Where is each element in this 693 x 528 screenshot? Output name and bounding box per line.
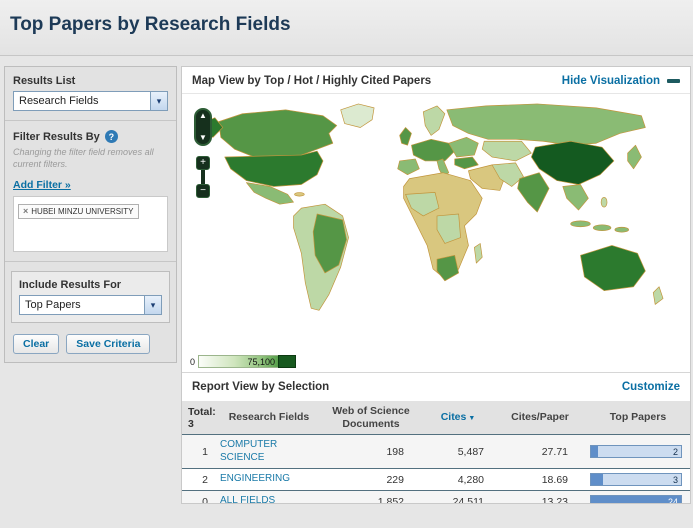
africa [403,172,483,282]
legend-max-label: 75,100 [247,357,276,367]
col-cites-sort[interactable]: Cites ▼ [422,411,494,424]
results-list-label: Results List [13,75,76,87]
cites-value: 24,511 [452,495,484,504]
include-results-value: Top Papers [25,299,81,312]
page-header: Top Papers by Research Fields [0,0,693,56]
row-rank: 1 [202,445,208,458]
legend-min-label: 0 [190,356,196,367]
cites-value: 4,280 [457,473,484,486]
page-title: Top Papers by Research Fields [10,14,291,35]
zoom-slider-track[interactable] [201,170,205,184]
map-area: ▲ ▼ + − 0 75,100 [182,100,690,372]
sort-desc-icon: ▼ [468,415,476,423]
customize-link[interactable]: Customize [622,381,680,393]
top-papers-bar: 2 [586,445,690,459]
table-row: 2 ENGINEERING 229 4,280 18.69 3 [182,469,690,492]
divider [5,261,176,263]
top-papers-bar: 3 [586,473,690,487]
include-results-label: Include Results For [19,279,122,292]
table-row: 1 COMPUTER SCIENCE 198 5,487 27.71 2 [182,435,690,470]
results-list-select[interactable]: Research Fields ▾ [13,91,168,111]
oceania [580,245,664,305]
row-rank: 2 [202,473,208,486]
zoom-in-button[interactable]: + [196,156,210,170]
chevron-down-icon: ▾ [150,92,167,110]
include-results-box: Include Results For Top Papers ▾ [11,271,170,324]
filter-chip-label: HUBEI MINZU UNIVERSITY [31,207,134,217]
legend-max-swatch [278,355,297,368]
cites-value: 5,487 [457,445,484,458]
pan-up-icon[interactable]: ▲ [199,112,207,120]
north-america [196,103,375,205]
save-criteria-button[interactable]: Save Criteria [66,334,151,355]
table-row: 0 ALL FIELDS 1,852 24,511 13.23 24 [182,491,690,504]
documents-value: 1,852 [377,495,404,504]
help-icon[interactable]: ? [104,130,118,143]
sidebar: Results List Research Fields ▾ Filter Re… [4,66,177,364]
minus-icon [667,79,680,83]
south-america [293,203,349,311]
hide-visualization-link[interactable]: Hide Visualization [562,75,680,87]
filter-by-label: Filter Results By [13,130,100,143]
col-research-fields: Research Fields [228,411,310,424]
zoom-out-button[interactable]: − [196,184,210,198]
documents-value: 229 [386,473,404,486]
clear-button[interactable]: Clear [13,334,60,355]
report-view-title: Report View by Selection [192,381,330,393]
field-link[interactable]: ENGINEERING [218,473,320,486]
filter-chip[interactable]: × HUBEI MINZU UNIVERSITY [18,204,139,220]
field-link[interactable]: ALL FIELDS [218,495,320,503]
map-view-header: Map View by Top / Hot / Highly Cited Pap… [182,67,690,94]
map-pan-control[interactable]: ▲ ▼ [194,108,212,146]
pan-down-icon[interactable]: ▼ [199,134,207,142]
chevron-down-icon: ▾ [144,296,161,315]
main-panel: Map View by Top / Hot / Highly Cited Pap… [181,66,691,504]
remove-filter-icon[interactable]: × [23,207,28,216]
documents-value: 198 [386,445,404,458]
top-papers-bar: 24 [586,495,690,504]
col-documents: Web of Science Documents [332,405,410,430]
col-cites-per-paper: Cites/Paper [511,411,569,424]
world-map[interactable] [188,100,686,328]
legend-gradient: 75,100 [198,355,279,368]
add-filter-link[interactable]: Add Filter » [13,179,71,191]
map-view-title: Map View by Top / Hot / Highly Cited Pap… [192,75,432,87]
divider [5,120,176,121]
col-top-papers: Top Papers [609,411,667,424]
active-filters-box: × HUBEI MINZU UNIVERSITY [13,196,168,253]
bar-value: 24 [667,497,678,504]
row-rank: 0 [202,495,208,504]
filter-note: Changing the filter field removes all cu… [13,147,154,169]
table-header-row: Total: 3 Research Fields Web of Science … [182,401,690,436]
results-list-value: Research Fields [19,95,99,107]
total-label: Total: 3 [188,405,216,430]
include-results-select[interactable]: Top Papers ▾ [19,295,162,316]
cites-per-paper-value: 18.69 [541,473,568,486]
field-link[interactable]: COMPUTER SCIENCE [218,439,320,464]
cites-per-paper-value: 27.71 [541,445,568,458]
cites-per-paper-value: 13.23 [541,495,568,504]
bar-value: 2 [672,447,678,458]
bar-fill [591,474,603,486]
report-view-header: Report View by Selection Customize [182,372,690,401]
bar-fill [591,446,599,458]
bar-value: 3 [672,475,678,486]
map-legend: 0 75,100 [190,355,297,368]
map-zoom-control[interactable]: + − [196,156,210,198]
